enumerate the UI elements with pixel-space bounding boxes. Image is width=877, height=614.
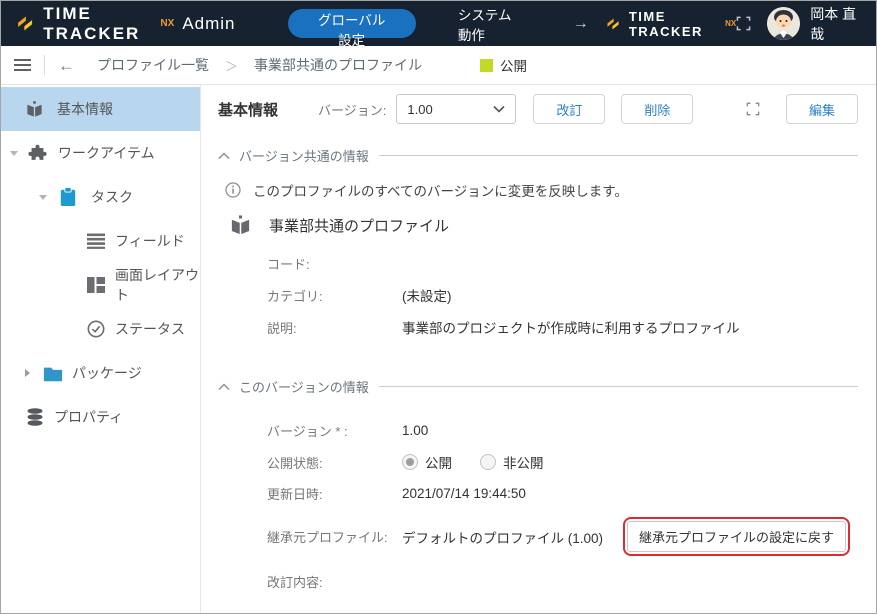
field-row-updated: 更新日時: 2021/07/14 19:44:50	[218, 484, 858, 503]
brand-text: TIME TRACKER	[43, 4, 157, 44]
breadcrumb-current-profile: 事業部共通のプロファイル	[254, 55, 422, 75]
screen-layout-icon	[87, 277, 105, 293]
profile-book-icon	[25, 100, 44, 119]
revert-to-inherited-button[interactable]: 継承元プロファイルの設定に戻す	[627, 521, 846, 552]
breadcrumb-profiles-list[interactable]: プロファイル一覧	[97, 55, 209, 75]
divider	[379, 155, 858, 156]
info-icon	[225, 182, 241, 198]
sidebar-item-fields[interactable]: フィールド	[1, 219, 200, 263]
chevron-up-icon[interactable]	[218, 152, 230, 160]
inherit-profile-value: デフォルトのプロファイル (1.00)	[402, 527, 603, 547]
chevron-up-icon[interactable]	[218, 383, 230, 391]
radio-selected-icon	[402, 454, 418, 470]
folder-icon	[43, 365, 63, 382]
section-common-title: バージョン共通の情報	[239, 146, 369, 165]
fields-list-icon	[87, 233, 105, 249]
divider	[44, 55, 45, 75]
version-select-value: 1.00	[407, 102, 432, 117]
timetracker-logo-icon	[15, 10, 35, 37]
radio-public[interactable]: 公開	[402, 452, 452, 472]
field-row-description: 説明: 事業部のプロジェクトが作成時に利用するプロファイル	[218, 317, 858, 337]
database-icon	[26, 408, 44, 426]
status-badge: 公開	[480, 55, 527, 75]
brand-text: TIME TRACKER	[629, 9, 722, 39]
sidebar-item-property[interactable]: プロパティ	[1, 395, 200, 439]
expand-icon[interactable]	[746, 102, 760, 116]
divider	[379, 386, 858, 387]
clipboard-icon	[59, 187, 77, 207]
menu-icon[interactable]	[14, 58, 31, 72]
page-title: 基本情報	[218, 99, 278, 120]
field-row-revision-notes: 改訂内容:	[218, 572, 858, 591]
sidebar-item-screen-layout[interactable]: 画面レイアウト	[1, 263, 200, 307]
status-check-icon	[87, 320, 105, 338]
puzzle-icon	[28, 144, 47, 163]
category-value: (未設定)	[402, 285, 452, 305]
red-highlight-annotation: 継承元プロファイルの設定に戻す	[623, 517, 850, 556]
section-version-title: このバージョンの情報	[239, 377, 369, 396]
sidebar-item-task[interactable]: タスク	[1, 175, 200, 219]
section-version-header: このバージョンの情報	[218, 377, 858, 396]
chevron-expanded-icon[interactable]	[10, 151, 18, 156]
field-row-publish-state: 公開状態: 公開 非公開	[218, 452, 858, 472]
chevron-expanded-icon[interactable]	[39, 195, 47, 200]
publish-state-radio-group: 公開 非公開	[402, 452, 544, 472]
updated-datetime-value: 2021/07/14 19:44:50	[402, 486, 526, 501]
profile-name-row: 事業部共通のプロファイル	[218, 214, 858, 237]
delete-button[interactable]: 削除	[621, 94, 693, 124]
app-logo[interactable]: TIME TRACKER NX Admin	[15, 4, 236, 44]
sidebar-item-status[interactable]: ステータス	[1, 307, 200, 351]
brand-nx: NX	[725, 19, 736, 28]
chevron-collapsed-icon[interactable]	[25, 369, 30, 377]
admin-window: TIME TRACKER NX Admin グローバル設定 システム動作 → T…	[0, 0, 877, 614]
sidebar-item-package[interactable]: パッケージ	[1, 351, 200, 395]
fullscreen-icon[interactable]	[736, 16, 751, 31]
sidebar: 基本情報 ワークアイテム タスク	[1, 85, 201, 614]
version-number-value: 1.00	[402, 423, 428, 438]
chevron-right-icon: ＞	[225, 56, 238, 75]
system-behavior-tab[interactable]: システム動作	[458, 4, 525, 44]
radio-unselected-icon	[480, 454, 496, 470]
back-arrow-icon[interactable]: ←	[58, 57, 75, 74]
field-row-category: カテゴリ: (未設定)	[218, 285, 858, 305]
profile-name: 事業部共通のプロファイル	[269, 215, 449, 236]
section-common-header: バージョン共通の情報	[218, 146, 858, 165]
sidebar-item-work-items[interactable]: ワークアイテム	[1, 131, 200, 175]
timetracker-logo-icon	[605, 14, 621, 34]
topbar: TIME TRACKER NX Admin グローバル設定 システム動作 → T…	[1, 1, 876, 46]
brand-admin: Admin	[182, 14, 235, 34]
publish-status-icon	[480, 59, 493, 72]
arrow-right-icon: →	[573, 15, 589, 33]
info-note-text: このプロファイルのすべてのバージョンに変更を反映します。	[253, 180, 628, 200]
profile-book-icon	[229, 214, 252, 237]
global-settings-tab[interactable]: グローバル設定	[288, 9, 416, 38]
radio-private[interactable]: 非公開	[480, 452, 544, 472]
breadcrumb-bar: ← プロファイル一覧 ＞ 事業部共通のプロファイル 公開	[1, 46, 876, 85]
sidebar-item-basic-info[interactable]: 基本情報	[1, 87, 200, 131]
version-select[interactable]: 1.00	[396, 94, 516, 124]
chevron-down-icon	[493, 105, 505, 113]
user-avatar[interactable]	[767, 7, 800, 40]
field-row-version: バージョン * : 1.00	[218, 421, 858, 440]
info-note-row: このプロファイルのすべてのバージョンに変更を反映します。	[218, 180, 858, 200]
timetracker-link[interactable]: TIME TRACKER NX	[605, 9, 736, 39]
user-name[interactable]: 岡本 直哉	[810, 4, 860, 44]
content-header: 基本情報 バージョン: 1.00 改訂 削除 編集	[218, 94, 858, 124]
description-value: 事業部のプロジェクトが作成時に利用するプロファイル	[402, 317, 740, 337]
edit-button[interactable]: 編集	[786, 94, 858, 124]
brand-nx: NX	[160, 18, 174, 29]
field-row-code: コード:	[218, 254, 858, 273]
field-row-inherit: 継承元プロファイル: デフォルトのプロファイル (1.00) 継承元プロファイル…	[218, 517, 858, 556]
main-content: 基本情報 バージョン: 1.00 改訂 削除 編集	[201, 85, 876, 614]
revise-button[interactable]: 改訂	[533, 94, 605, 124]
version-label: バージョン:	[318, 100, 386, 119]
